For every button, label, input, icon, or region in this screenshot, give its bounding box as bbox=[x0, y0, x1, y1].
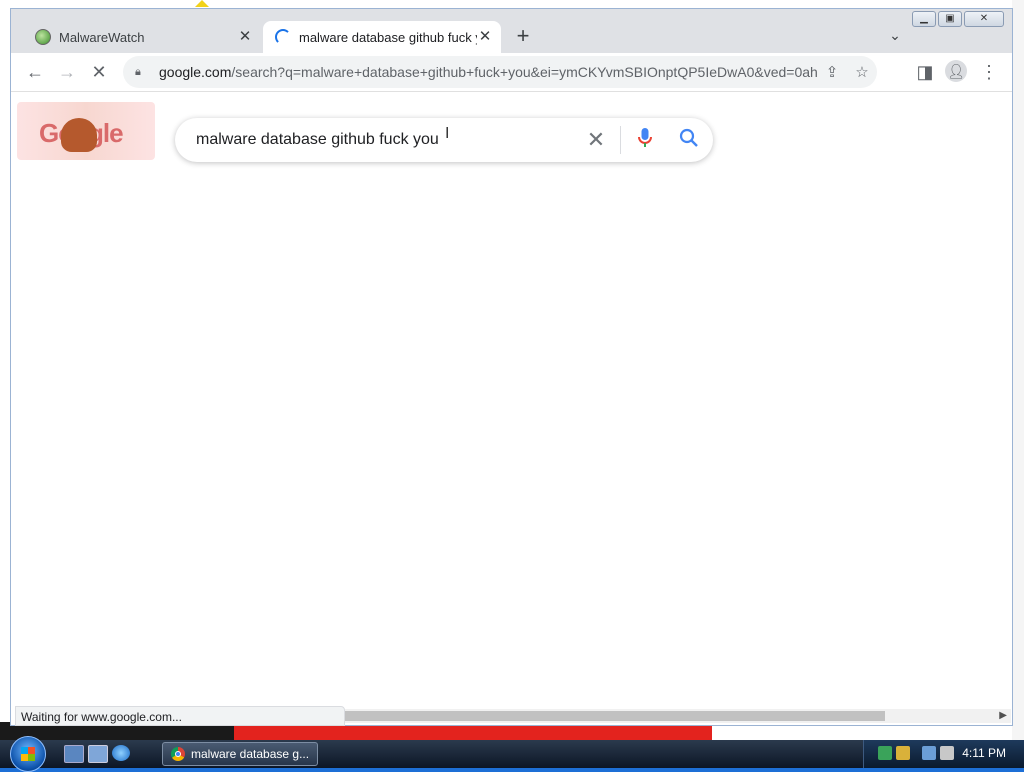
share-icon[interactable]: ⇪ bbox=[817, 63, 847, 81]
voice-search-mic-icon[interactable] bbox=[625, 127, 665, 154]
tab-search[interactable]: malware database github fuck yo ✕ bbox=[263, 21, 501, 53]
tab-malwarewatch[interactable]: MalwareWatch ✕ bbox=[23, 21, 261, 53]
scrollbar-thumb[interactable] bbox=[345, 711, 885, 721]
page-content: Google malware database github fuck you … bbox=[11, 92, 1012, 712]
search-box[interactable]: malware database github fuck you ✕ bbox=[175, 118, 713, 162]
clear-search-icon[interactable]: ✕ bbox=[576, 127, 616, 153]
close-window-button[interactable]: ✕ bbox=[964, 11, 1004, 27]
tab-title: MalwareWatch bbox=[59, 29, 145, 45]
lock-icon[interactable]: 🔒︎ bbox=[135, 66, 149, 79]
internet-explorer-icon[interactable] bbox=[112, 745, 130, 761]
taskbar-button-label: malware database g... bbox=[191, 747, 310, 761]
taskbar: malware database g... 4:11 PM bbox=[0, 736, 1024, 772]
window-controls: ▁ ▣ ✕ bbox=[912, 11, 1004, 27]
maximize-button[interactable]: ▣ bbox=[938, 11, 962, 27]
search-input[interactable]: malware database github fuck you bbox=[175, 131, 576, 149]
text-cursor-icon: I bbox=[445, 125, 450, 142]
url-text[interactable]: google.com/search?q=malware+database+git… bbox=[159, 64, 817, 80]
bookmark-star-icon[interactable]: ☆ bbox=[847, 63, 877, 81]
doodle-figure-illustration bbox=[61, 118, 97, 152]
browser-toolbar: ← → ✕ 🔒︎ google.com/search?q=malware+dat… bbox=[11, 53, 1012, 92]
minimize-button[interactable]: ▁ bbox=[912, 11, 936, 27]
tab-title: malware database github fuck yo bbox=[299, 29, 477, 45]
tray-app-icon[interactable] bbox=[896, 746, 910, 760]
menu-kebab-icon[interactable]: ⋮ bbox=[977, 60, 1001, 84]
url-path: /search?q=malware+database+github+fuck+y… bbox=[231, 64, 817, 80]
background-window-edge bbox=[1012, 0, 1024, 740]
tray-app-icon[interactable] bbox=[878, 746, 892, 760]
close-tab-icon[interactable]: ✕ bbox=[237, 29, 253, 45]
network-icon[interactable] bbox=[922, 746, 936, 760]
chrome-icon bbox=[171, 747, 185, 761]
back-arrow-icon[interactable]: ← bbox=[23, 60, 47, 84]
close-tab-icon[interactable]: ✕ bbox=[477, 29, 493, 45]
side-panel-icon[interactable]: ◨ bbox=[913, 60, 937, 84]
start-button[interactable] bbox=[10, 736, 46, 772]
new-tab-button[interactable]: + bbox=[511, 25, 535, 49]
taskbar-button-chrome[interactable]: malware database g... bbox=[162, 742, 318, 766]
google-doodle-logo[interactable]: Google bbox=[17, 102, 155, 160]
tab-search-chevron-icon[interactable]: ⌄ bbox=[885, 27, 905, 47]
horizontal-scrollbar[interactable]: ▶ bbox=[345, 709, 1011, 723]
show-desktop-icon[interactable] bbox=[64, 745, 84, 763]
switch-windows-icon[interactable] bbox=[88, 745, 108, 763]
loading-spinner-icon bbox=[275, 29, 291, 45]
system-tray: 4:11 PM bbox=[863, 740, 1024, 768]
volume-muted-icon[interactable] bbox=[940, 746, 954, 760]
status-bubble: Waiting for www.google.com... bbox=[15, 706, 345, 726]
search-magnifier-icon[interactable] bbox=[665, 128, 713, 153]
windows-logo-icon bbox=[21, 747, 35, 761]
site-favicon-icon bbox=[35, 29, 51, 45]
clock[interactable]: 4:11 PM bbox=[962, 746, 1006, 760]
address-bar[interactable]: 🔒︎ google.com/search?q=malware+database+… bbox=[123, 56, 877, 88]
url-host: google.com bbox=[159, 64, 232, 80]
stop-loading-icon[interactable]: ✕ bbox=[87, 60, 111, 84]
scroll-right-arrow-icon[interactable]: ▶ bbox=[999, 709, 1007, 723]
profile-avatar-icon[interactable]: 👤︎ bbox=[945, 60, 967, 82]
desktop-icon-fragment bbox=[195, 0, 209, 7]
forward-arrow-icon[interactable]: → bbox=[55, 60, 79, 84]
browser-window: MalwareWatch ✕ malware database github f… bbox=[10, 8, 1013, 726]
tab-strip: MalwareWatch ✕ malware database github f… bbox=[11, 9, 1012, 53]
search-divider bbox=[620, 126, 621, 154]
